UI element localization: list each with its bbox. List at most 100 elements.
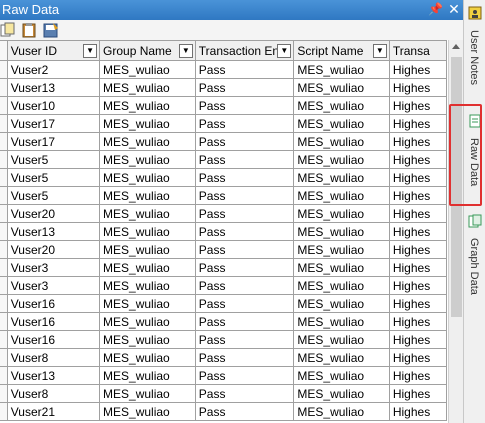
save-icon[interactable] bbox=[43, 22, 59, 38]
table-cell[interactable]: Highes bbox=[388, 240, 448, 259]
column-header-transaction-end[interactable]: Transaction End ▼ bbox=[194, 40, 295, 61]
table-cell[interactable]: Pass bbox=[194, 96, 295, 115]
table-cell[interactable]: Pass bbox=[194, 114, 295, 133]
table-cell[interactable]: MES_wuliao bbox=[99, 366, 196, 385]
table-row[interactable]: Vuser2 MES_wuliao Pass MES_wuliao Highes bbox=[0, 60, 448, 79]
table-cell[interactable]: MES_wuliao bbox=[99, 402, 196, 421]
table-row[interactable]: Vuser5 MES_wuliao Pass MES_wuliao Highes bbox=[0, 186, 448, 205]
table-cell[interactable]: Highes bbox=[388, 294, 448, 313]
row-header[interactable] bbox=[0, 330, 8, 349]
table-row[interactable]: Vuser3 MES_wuliao Pass MES_wuliao Highes bbox=[0, 258, 448, 277]
row-header[interactable] bbox=[0, 168, 8, 187]
table-cell[interactable]: MES_wuliao bbox=[293, 132, 390, 151]
row-header[interactable] bbox=[0, 312, 8, 331]
table-cell[interactable]: Highes bbox=[388, 348, 448, 367]
table-cell[interactable]: Vuser13 bbox=[6, 222, 101, 241]
table-row[interactable]: Vuser17 MES_wuliao Pass MES_wuliao Highes bbox=[0, 132, 448, 151]
table-cell[interactable]: Vuser3 bbox=[6, 276, 101, 295]
table-cell[interactable]: MES_wuliao bbox=[99, 186, 196, 205]
table-cell[interactable]: Pass bbox=[194, 186, 295, 205]
row-header[interactable] bbox=[0, 204, 8, 223]
table-cell[interactable]: Highes bbox=[388, 330, 448, 349]
table-row[interactable]: Vuser16 MES_wuliao Pass MES_wuliao Highes bbox=[0, 312, 448, 331]
table-cell[interactable]: MES_wuliao bbox=[99, 348, 196, 367]
table-cell[interactable]: Highes bbox=[388, 204, 448, 223]
table-row[interactable]: Vuser8 MES_wuliao Pass MES_wuliao Highes bbox=[0, 384, 448, 403]
table-cell[interactable]: MES_wuliao bbox=[293, 114, 390, 133]
row-header[interactable] bbox=[0, 402, 8, 421]
table-cell[interactable]: MES_wuliao bbox=[99, 240, 196, 259]
clipboard-icon[interactable] bbox=[21, 22, 37, 38]
table-cell[interactable]: Highes bbox=[388, 186, 448, 205]
table-cell[interactable]: Pass bbox=[194, 168, 295, 187]
table-row[interactable]: Vuser20 MES_wuliao Pass MES_wuliao Highes bbox=[0, 204, 448, 223]
table-cell[interactable]: MES_wuliao bbox=[293, 402, 390, 421]
row-header[interactable] bbox=[0, 348, 8, 367]
column-header-group-name[interactable]: Group Name ▼ bbox=[99, 40, 196, 61]
table-cell[interactable]: Vuser16 bbox=[6, 312, 101, 331]
table-cell[interactable]: Highes bbox=[388, 78, 448, 97]
row-header[interactable] bbox=[0, 150, 8, 169]
close-icon[interactable]: ✕ bbox=[446, 1, 462, 19]
table-cell[interactable]: MES_wuliao bbox=[99, 96, 196, 115]
table-row[interactable]: Vuser5 MES_wuliao Pass MES_wuliao Highes bbox=[0, 150, 448, 169]
table-cell[interactable]: MES_wuliao bbox=[99, 132, 196, 151]
filter-dropdown-icon[interactable]: ▼ bbox=[372, 44, 387, 58]
table-cell[interactable]: Vuser2 bbox=[6, 60, 101, 79]
table-cell[interactable]: MES_wuliao bbox=[99, 60, 196, 79]
table-cell[interactable]: MES_wuliao bbox=[99, 330, 196, 349]
row-header[interactable] bbox=[0, 294, 8, 313]
table-cell[interactable]: MES_wuliao bbox=[293, 312, 390, 331]
tab-graph-data[interactable]: Graph Data bbox=[464, 210, 485, 310]
table-cell[interactable]: MES_wuliao bbox=[293, 60, 390, 79]
table-cell[interactable]: Highes bbox=[388, 150, 448, 169]
filter-dropdown-icon[interactable]: ▼ bbox=[178, 44, 193, 58]
table-cell[interactable]: Highes bbox=[388, 222, 448, 241]
pin-icon[interactable]: 📌 bbox=[428, 2, 443, 18]
table-cell[interactable]: MES_wuliao bbox=[99, 114, 196, 133]
table-cell[interactable]: MES_wuliao bbox=[99, 78, 196, 97]
row-header[interactable] bbox=[0, 240, 8, 259]
row-header[interactable] bbox=[0, 132, 8, 151]
table-cell[interactable]: Highes bbox=[388, 60, 448, 79]
table-cell[interactable]: Pass bbox=[194, 150, 295, 169]
table-cell[interactable]: Highes bbox=[388, 366, 448, 385]
table-row[interactable]: Vuser13 MES_wuliao Pass MES_wuliao Highes bbox=[0, 78, 448, 97]
table-cell[interactable]: MES_wuliao bbox=[293, 222, 390, 241]
table-cell[interactable]: MES_wuliao bbox=[99, 312, 196, 331]
table-cell[interactable]: Pass bbox=[194, 204, 295, 223]
table-cell[interactable]: Vuser3 bbox=[6, 258, 101, 277]
column-header-script-name[interactable]: Script Name ▼ bbox=[293, 40, 390, 61]
table-cell[interactable]: MES_wuliao bbox=[99, 204, 196, 223]
table-cell[interactable]: MES_wuliao bbox=[293, 330, 390, 349]
row-header[interactable] bbox=[0, 384, 8, 403]
table-cell[interactable]: Vuser5 bbox=[6, 150, 101, 169]
table-cell[interactable]: Pass bbox=[194, 240, 295, 259]
table-cell[interactable]: Vuser17 bbox=[6, 114, 101, 133]
table-cell[interactable]: MES_wuliao bbox=[293, 240, 390, 259]
table-cell[interactable]: Highes bbox=[388, 96, 448, 115]
table-cell[interactable]: Pass bbox=[194, 60, 295, 79]
filter-dropdown-icon[interactable]: ▼ bbox=[83, 44, 98, 58]
table-cell[interactable]: Vuser20 bbox=[6, 240, 101, 259]
table-cell[interactable]: Vuser20 bbox=[6, 204, 101, 223]
copy-icon[interactable] bbox=[0, 22, 16, 38]
scroll-up-icon[interactable] bbox=[452, 44, 460, 49]
table-cell[interactable]: Pass bbox=[194, 294, 295, 313]
table-row[interactable]: Vuser10 MES_wuliao Pass MES_wuliao Highes bbox=[0, 96, 448, 115]
table-cell[interactable]: Highes bbox=[388, 276, 448, 295]
table-cell[interactable]: MES_wuliao bbox=[293, 348, 390, 367]
table-cell[interactable]: Pass bbox=[194, 312, 295, 331]
table-cell[interactable]: Pass bbox=[194, 132, 295, 151]
table-cell[interactable]: Highes bbox=[388, 114, 448, 133]
table-cell[interactable]: Pass bbox=[194, 366, 295, 385]
table-cell[interactable]: Highes bbox=[388, 384, 448, 403]
table-cell[interactable]: Vuser13 bbox=[6, 366, 101, 385]
row-header[interactable] bbox=[0, 78, 8, 97]
table-cell[interactable]: MES_wuliao bbox=[293, 168, 390, 187]
table-row[interactable]: Vuser5 MES_wuliao Pass MES_wuliao Highes bbox=[0, 168, 448, 187]
table-cell[interactable]: Highes bbox=[388, 168, 448, 187]
table-cell[interactable]: MES_wuliao bbox=[99, 384, 196, 403]
table-cell[interactable]: Vuser13 bbox=[6, 78, 101, 97]
table-cell[interactable]: MES_wuliao bbox=[293, 294, 390, 313]
